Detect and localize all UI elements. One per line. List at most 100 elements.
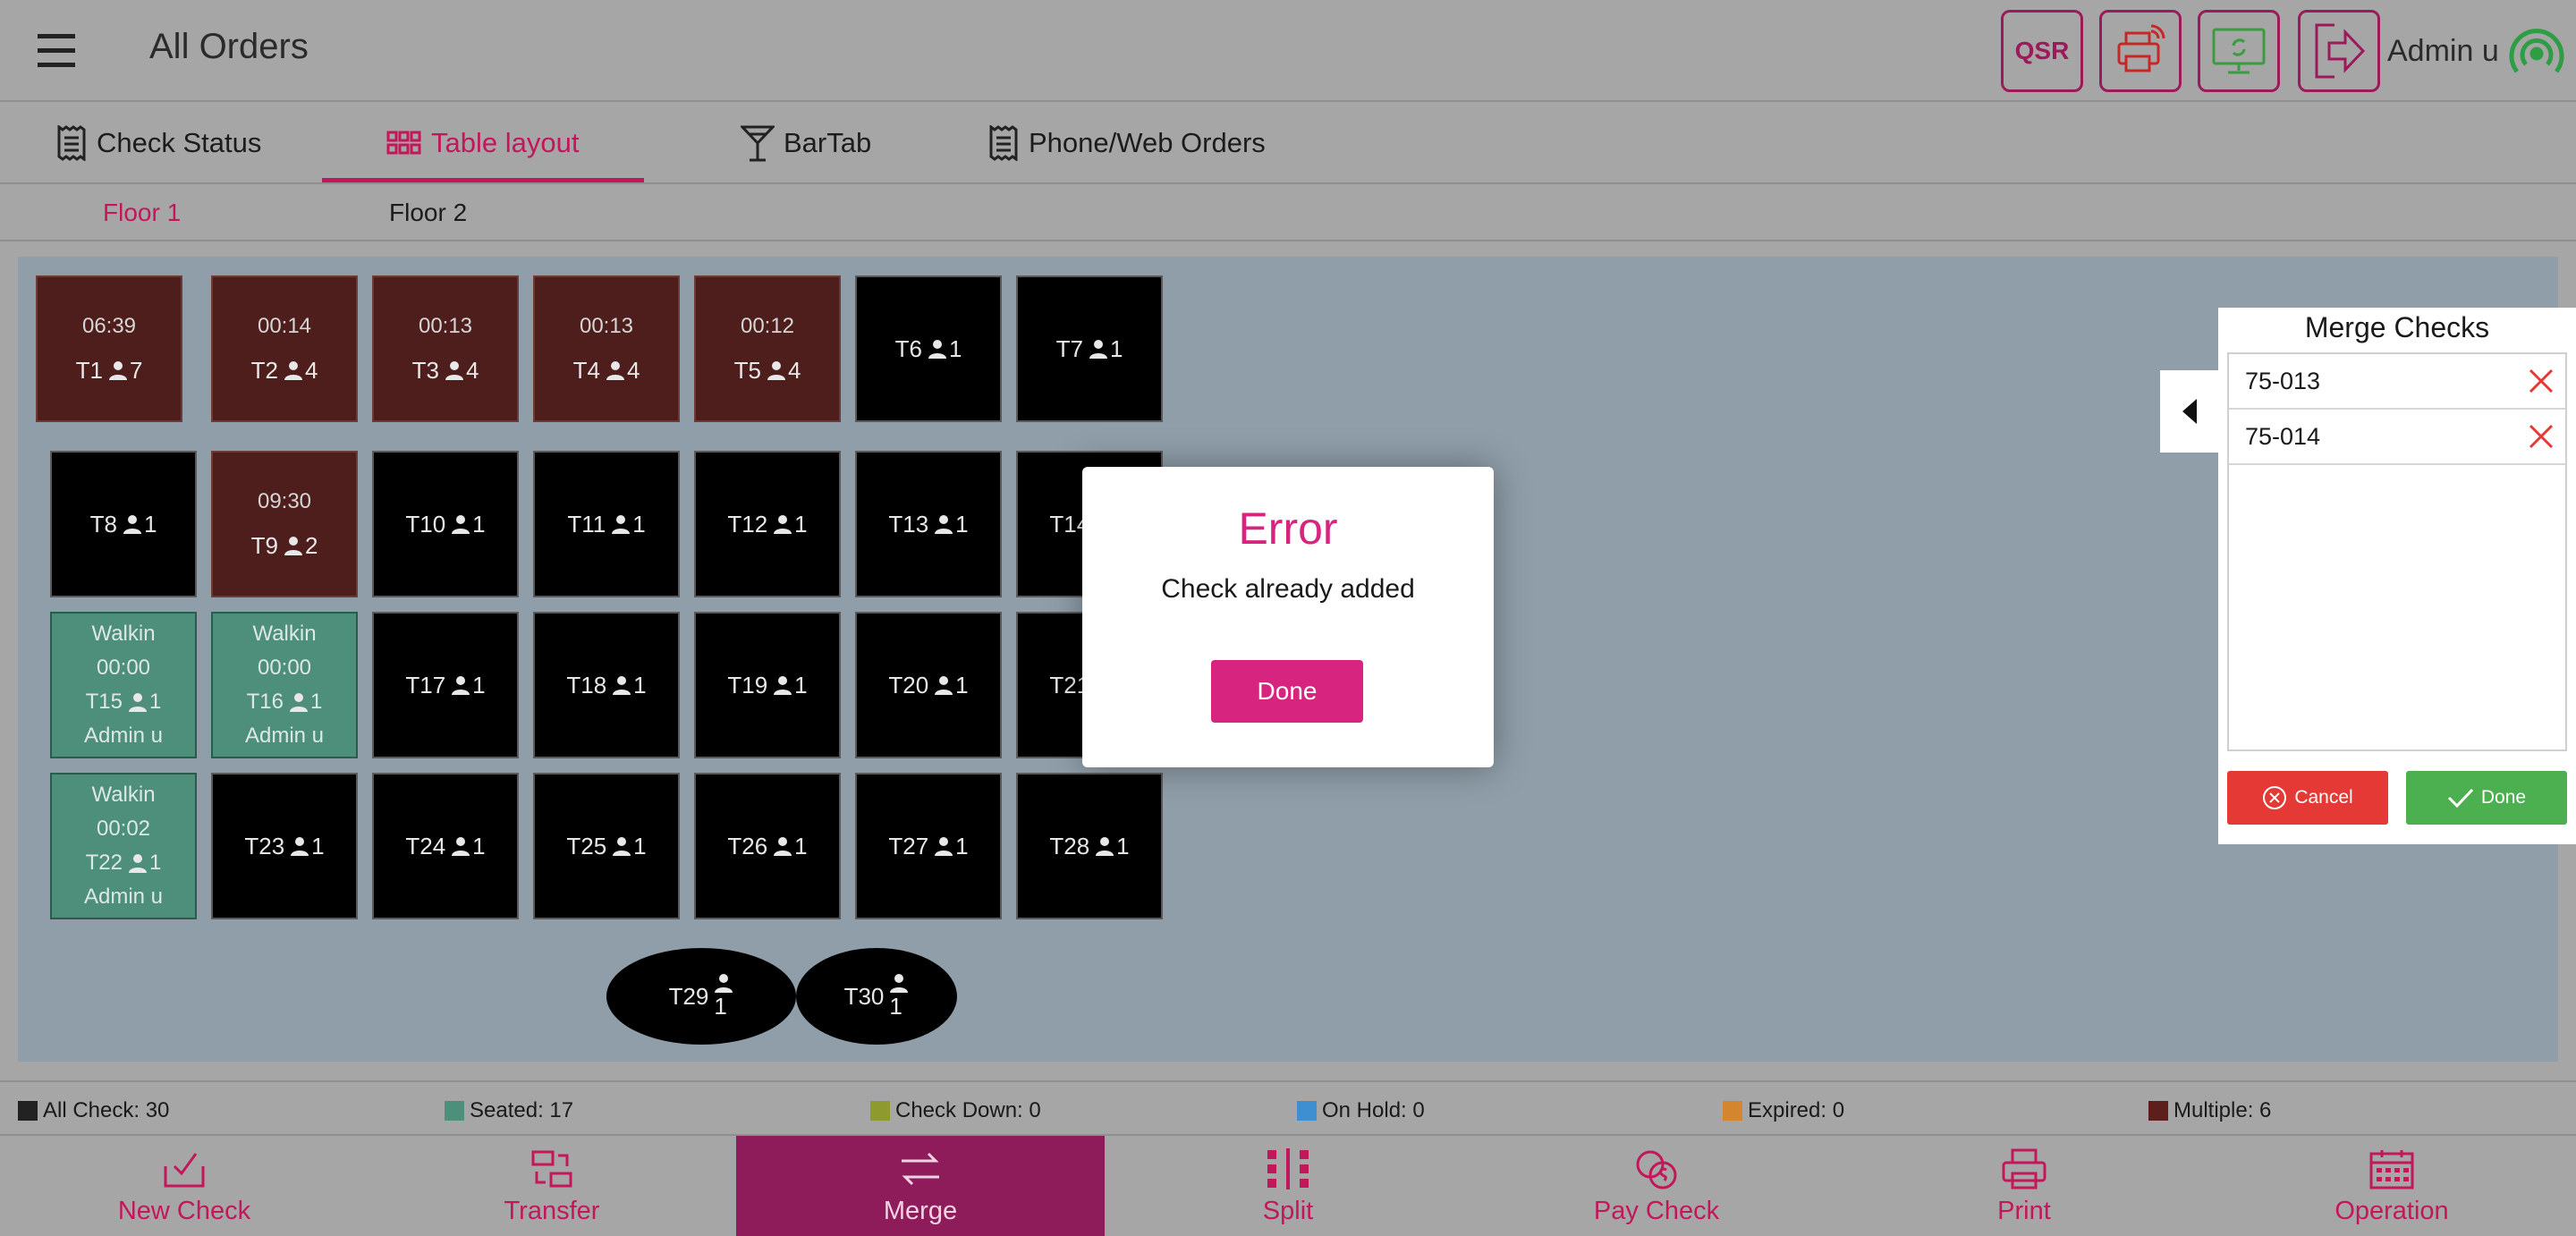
table-t7[interactable]: T7 1	[1016, 275, 1163, 422]
print-button[interactable]: Print	[1840, 1136, 2208, 1236]
transfer-button[interactable]: Transfer	[368, 1136, 736, 1236]
tool-label: Print	[1997, 1196, 2051, 1225]
remove-icon[interactable]	[2528, 368, 2555, 394]
table-t4[interactable]: 00:13 T4 4	[533, 275, 680, 422]
new-check-icon	[164, 1152, 205, 1187]
table-name: T10	[405, 510, 446, 538]
guest-count: 4	[304, 356, 318, 384]
legend-item-multiple: Multiple: 6	[2148, 1098, 2271, 1123]
connection-status-icon	[2508, 23, 2565, 80]
printer-status-button[interactable]	[2099, 10, 2182, 92]
merge-check-item: 75-013	[2229, 354, 2565, 410]
table-t8[interactable]: T8 1	[50, 451, 197, 597]
qsr-button[interactable]: QSR	[2001, 10, 2083, 92]
table-t30[interactable]: T30 1	[796, 948, 957, 1045]
merge-cancel-button[interactable]: Cancel	[2227, 771, 2388, 825]
table-t10[interactable]: T10 1	[372, 451, 519, 597]
logout-icon	[2315, 23, 2366, 79]
merge-check-list: 75-013 75-014	[2227, 352, 2567, 751]
split-button[interactable]: Split	[1104, 1136, 1472, 1236]
table-t5[interactable]: 00:12 T5 4	[694, 275, 841, 422]
new-check-button[interactable]: New Check	[0, 1136, 369, 1236]
table-t18[interactable]: T18 1	[533, 612, 680, 758]
tab-table-layout[interactable]: Table layout	[386, 104, 579, 182]
dialog-done-button[interactable]: Done	[1211, 660, 1363, 723]
table-t11[interactable]: T11 1	[533, 451, 680, 597]
legend-item-all-check: All Check: 30	[18, 1098, 169, 1123]
table-t29[interactable]: T29 1	[606, 948, 796, 1045]
person-icon	[612, 836, 631, 856]
table-name: T7	[1055, 334, 1083, 362]
table-t20[interactable]: T20 1	[855, 612, 1002, 758]
table-name: T26	[727, 832, 768, 859]
person-icon	[1095, 836, 1114, 856]
merge-done-button[interactable]: Done	[2406, 771, 2567, 825]
table-t24[interactable]: T24 1	[372, 773, 519, 919]
merge-button[interactable]: Merge	[736, 1136, 1105, 1236]
guest-count: 7	[129, 356, 143, 384]
legend-label: Expired: 0	[1748, 1098, 1845, 1122]
person-icon	[612, 675, 631, 695]
table-name: T17	[405, 671, 446, 698]
person-icon	[611, 514, 631, 534]
remove-icon[interactable]	[2528, 423, 2555, 450]
table-timer: 06:39	[81, 313, 137, 338]
tab-check-status[interactable]: Check Status	[55, 104, 261, 182]
legend-swatch	[18, 1101, 38, 1121]
person-icon	[128, 692, 148, 712]
logout-button[interactable]	[2298, 10, 2380, 92]
table-t26[interactable]: T26 1	[694, 773, 841, 919]
table-t3[interactable]: 00:13 T3 4	[372, 275, 519, 422]
table-t25[interactable]: T25 1	[533, 773, 680, 919]
tab-phone-web-orders[interactable]: Phone/Web Orders	[987, 104, 1266, 182]
person-icon	[714, 973, 733, 993]
table-name: T4	[572, 356, 600, 384]
table-t16[interactable]: Walkin 00:00 T16 1 Admin u	[211, 612, 358, 758]
table-timer: 00:13	[579, 313, 634, 338]
person-icon	[284, 360, 303, 380]
tab-bartab[interactable]: BarTab	[741, 104, 871, 182]
guest-count: 1	[955, 671, 969, 698]
guest-count: 1	[310, 690, 323, 714]
table-t28[interactable]: T28 1	[1016, 773, 1163, 919]
operation-button[interactable]: Operation	[2207, 1136, 2576, 1236]
display-sync-button[interactable]	[2198, 10, 2280, 92]
table-t6[interactable]: T6 1	[855, 275, 1002, 422]
table-t12[interactable]: T12 1	[694, 451, 841, 597]
guest-count: 1	[632, 510, 646, 538]
table-t2[interactable]: 00:14 T2 4	[211, 275, 358, 422]
floor-tab-1[interactable]: Floor 1	[103, 199, 181, 227]
table-t1[interactable]: 06:39 T1 7	[36, 275, 182, 422]
person-icon	[773, 675, 792, 695]
table-timer: 00:14	[257, 313, 312, 338]
tool-label: Merge	[883, 1196, 958, 1225]
table-timer: 00:12	[740, 313, 795, 338]
hamburger-menu-icon[interactable]	[36, 29, 79, 73]
legend-label: Seated: 17	[470, 1098, 574, 1122]
guest-count: 1	[794, 671, 808, 698]
table-t23[interactable]: T23 1	[211, 773, 358, 919]
table-t13[interactable]: T13 1	[855, 451, 1002, 597]
table-name: T29	[668, 982, 709, 1010]
legend-item-seated: Seated: 17	[445, 1098, 573, 1123]
floor-tab-2[interactable]: Floor 2	[389, 199, 467, 227]
table-t19[interactable]: T19 1	[694, 612, 841, 758]
legend-label: Check Down: 0	[895, 1098, 1041, 1122]
legend-swatch	[445, 1101, 464, 1121]
merge-panel-collapse-button[interactable]	[2160, 370, 2219, 453]
table-t17[interactable]: T17 1	[372, 612, 519, 758]
table-t9[interactable]: 09:30 T9 2	[211, 451, 358, 597]
legend-item-check-down: Check Down: 0	[870, 1098, 1041, 1123]
guest-count: 1	[1109, 334, 1123, 362]
table-t27[interactable]: T27 1	[855, 773, 1002, 919]
table-name: T24	[405, 832, 446, 859]
table-t15[interactable]: Walkin 00:00 T15 1 Admin u	[50, 612, 197, 758]
dialog-message: Check already added	[1161, 574, 1415, 604]
pay-check-button[interactable]: Pay Check	[1472, 1136, 1841, 1236]
table-name: T19	[727, 671, 768, 698]
table-timer: 00:13	[418, 313, 473, 338]
tool-label: Transfer	[504, 1196, 600, 1225]
table-type: Walkin	[91, 622, 156, 646]
dialog-title: Error	[1238, 504, 1338, 554]
table-t22[interactable]: Walkin 00:02 T22 1 Admin u	[50, 773, 197, 919]
